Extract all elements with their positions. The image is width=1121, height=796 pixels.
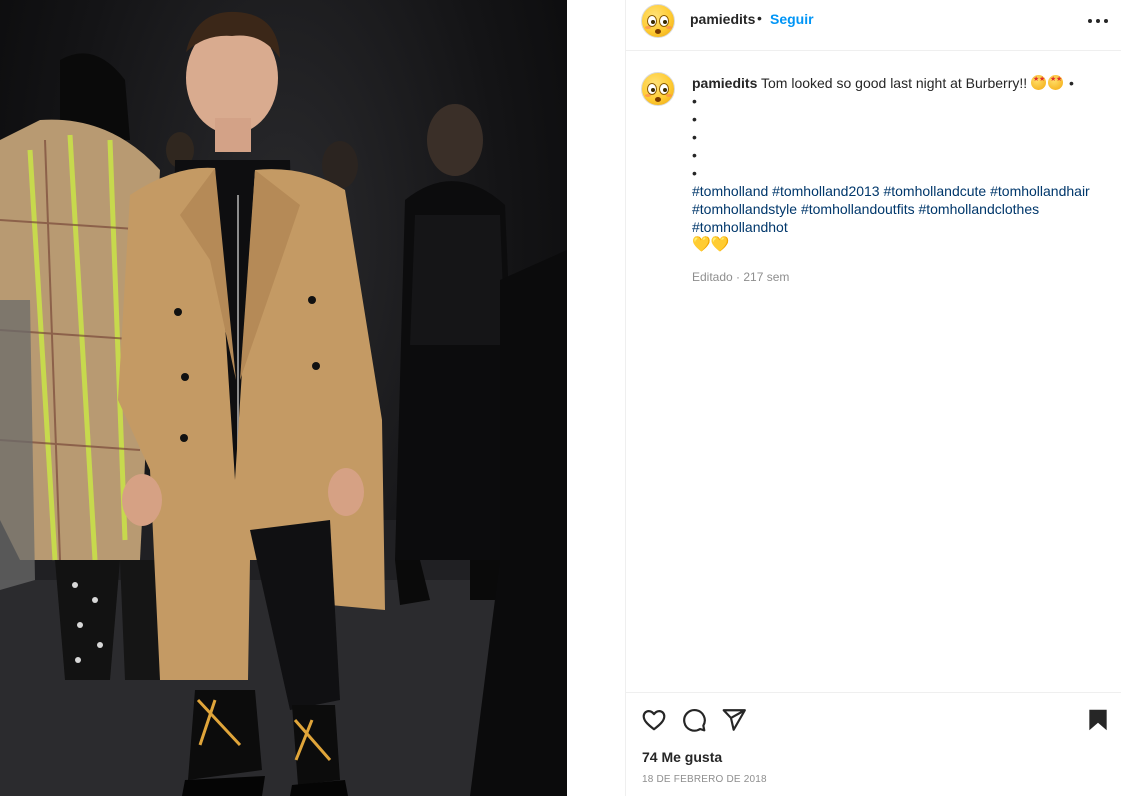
caption-bullet-line: • (692, 129, 697, 145)
more-options-icon[interactable] (1086, 12, 1110, 28)
follow-button[interactable]: Seguir (770, 11, 814, 27)
yellow-hearts-emoji: 💛💛 (692, 236, 730, 254)
caption-bullet: • (1068, 75, 1074, 91)
post-image-illustration (0, 11, 567, 796)
caption-bullet-line: • (692, 147, 697, 163)
caption-bullet-line: • (692, 93, 697, 109)
hashtags-line[interactable]: #tomhollandhot (692, 218, 1112, 236)
post-caption: pamiedits Tom looked so good last night … (692, 74, 1112, 286)
separator-dot: • (757, 10, 762, 26)
avatar[interactable] (641, 4, 675, 38)
star-struck-emoji-icon (1031, 75, 1047, 90)
heart-icon[interactable] (641, 707, 667, 733)
hashtags-line[interactable]: #tomholland #tomholland2013 #tomhollandc… (692, 182, 1112, 200)
share-icon[interactable] (721, 707, 747, 733)
caption-bullet-line: • (692, 111, 697, 127)
post-date: 18 DE FEBRERO DE 2018 (642, 774, 767, 785)
likes-count[interactable]: 74 Me gusta (642, 749, 722, 765)
post-details-panel: pamiedits • Seguir pamiedits Tom looked … (625, 0, 1121, 796)
comment-icon[interactable] (681, 707, 707, 733)
caption-text: Tom looked so good last night at Burberr… (761, 75, 1028, 91)
caption-avatar[interactable] (641, 72, 675, 106)
hashtags-line[interactable]: #tomhollandstyle #tomhollandoutfits #tom… (692, 200, 1112, 218)
bookmark-icon[interactable] (1085, 707, 1111, 733)
post-header: pamiedits • Seguir (626, 0, 1121, 51)
username-link[interactable]: pamiedits (690, 11, 755, 27)
post-meta: Editado · 217 sem (692, 270, 790, 284)
post-actions: 74 Me gusta 18 DE FEBRERO DE 2018 (626, 692, 1121, 796)
caption-username[interactable]: pamiedits (692, 75, 757, 91)
caption-bullet-line: • (692, 165, 697, 181)
post-photo[interactable] (0, 0, 567, 796)
star-struck-emoji-icon (1048, 75, 1064, 90)
